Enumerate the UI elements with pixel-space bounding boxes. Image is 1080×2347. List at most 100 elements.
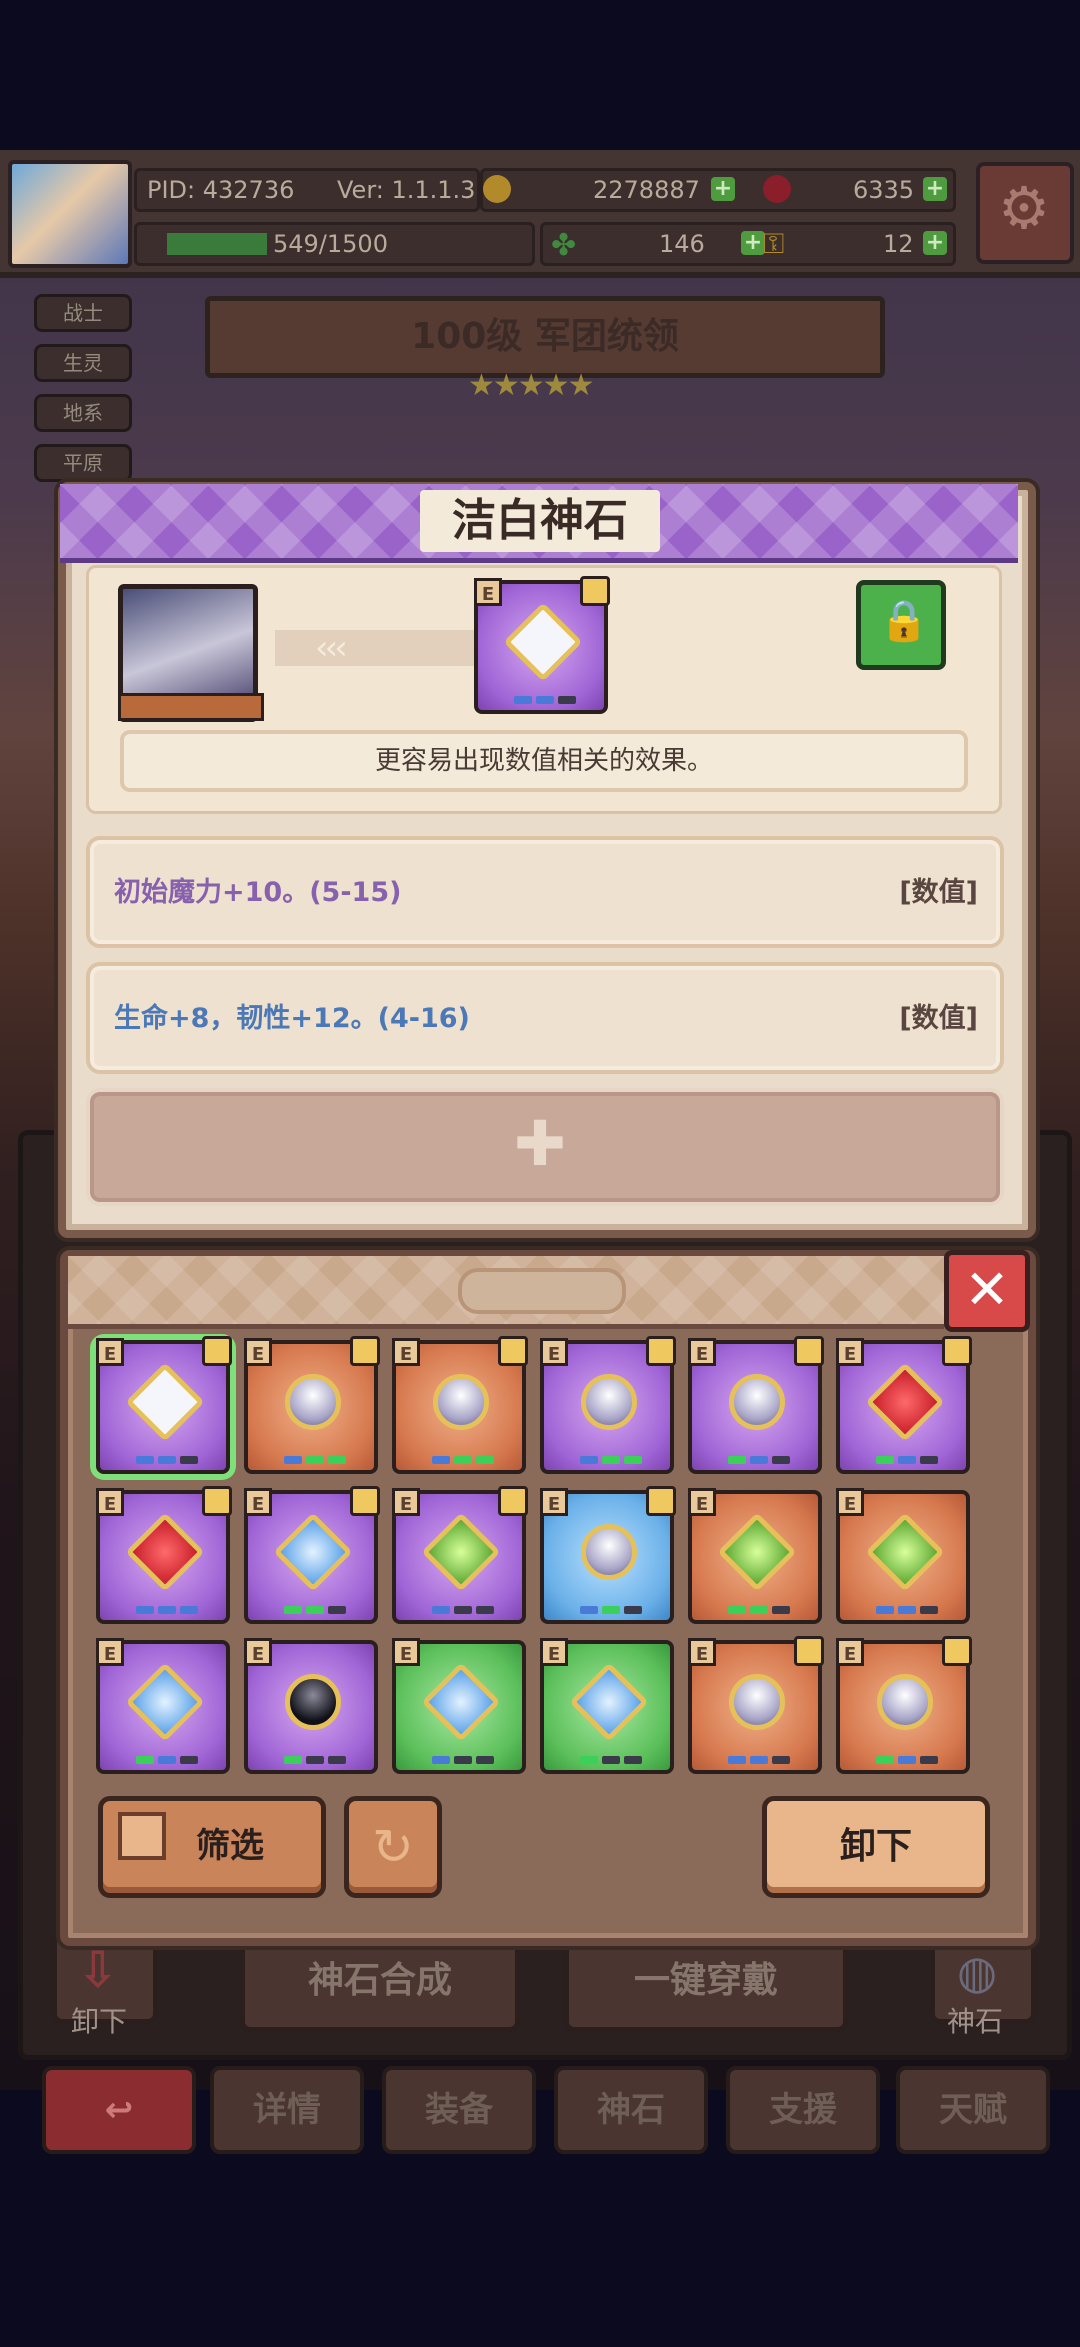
resource-pill: ✤ 146 + ⚿ 12 + xyxy=(540,222,956,266)
lock-icon xyxy=(350,1486,380,1516)
lock-icon xyxy=(942,1636,972,1666)
equipped-badge: E xyxy=(96,1338,124,1366)
hero-stars: ★★★★★ xyxy=(468,368,594,403)
red-gem-icon xyxy=(865,1362,945,1442)
pearl-gem-icon xyxy=(273,1362,353,1442)
quality-dots xyxy=(728,1606,790,1616)
modal-title: 洁白神石 xyxy=(420,490,660,552)
pid-label: PID: 432736 xyxy=(147,176,295,204)
stone-slot[interactable]: E xyxy=(836,1336,972,1474)
lock-icon xyxy=(794,1336,824,1366)
unequip-button[interactable]: 卸下 xyxy=(762,1796,990,1898)
pearl-gem-icon xyxy=(569,1362,649,1442)
stone-slot[interactable]: E xyxy=(244,1336,380,1474)
red-gem-icon xyxy=(763,175,791,203)
quality-dots xyxy=(580,1456,642,1466)
tab-equipment[interactable]: 装备 xyxy=(382,2066,536,2154)
equipped-badge: E xyxy=(836,1338,864,1366)
equipped-badge: E xyxy=(96,1638,124,1666)
quality-dots xyxy=(284,1756,346,1766)
equipped-badge: E xyxy=(540,1488,568,1516)
attribute-tag: [数值] xyxy=(899,1003,978,1034)
stone-side-label: 神石 xyxy=(946,2005,1003,2038)
stone-grid: E E E E E E E E E E E E E E E E E E xyxy=(96,1336,986,1790)
stone-slot[interactable]: E xyxy=(688,1636,824,1774)
gem-amount: 6335 xyxy=(853,176,915,204)
id-version-pill: PID: 432736 Ver: 1.1.1.3 xyxy=(134,168,480,212)
lock-icon xyxy=(202,1486,232,1516)
attribute-row: 初始魔力+10。(5-15) [数值] xyxy=(86,836,1004,948)
lock-icon xyxy=(202,1336,232,1366)
equipped-badge: E xyxy=(688,1338,716,1366)
equipped-badge: E xyxy=(688,1488,716,1516)
selected-stone-preview: E xyxy=(474,576,610,714)
tag-race: 生灵 xyxy=(34,344,132,382)
stone-slot[interactable]: E xyxy=(540,1486,676,1624)
gold-amount: 2278887 xyxy=(593,176,700,204)
stone-slot[interactable]: E xyxy=(96,1336,232,1474)
key-amount: 12 xyxy=(883,230,914,258)
close-button[interactable]: ✕ xyxy=(944,1250,1030,1332)
equipped-badge: E xyxy=(244,1338,272,1366)
inventory-header-slot xyxy=(458,1268,626,1314)
lock-icon xyxy=(350,1336,380,1366)
sapph-gem-icon xyxy=(421,1662,501,1742)
sapph-gem-icon xyxy=(273,1512,353,1592)
lock-icon xyxy=(646,1486,676,1516)
stone-slot[interactable]: E xyxy=(688,1336,824,1474)
pearl-gem-icon xyxy=(421,1362,501,1442)
down-arrow-icon: ⇩ xyxy=(77,1941,119,1999)
clover-plus-icon[interactable]: + xyxy=(741,231,765,255)
tag-element: 地系 xyxy=(34,394,132,432)
stone-slot[interactable]: E xyxy=(836,1636,972,1774)
lock-toggle-button[interactable]: 🔒 xyxy=(856,580,946,670)
sapph-gem-icon xyxy=(569,1662,649,1742)
quality-dots xyxy=(514,696,576,706)
stone-slot[interactable]: E xyxy=(244,1486,380,1624)
settings-button[interactable]: ⚙ xyxy=(976,162,1074,264)
refresh-button[interactable]: ↻ xyxy=(344,1796,442,1898)
quality-dots xyxy=(728,1756,790,1766)
stone-slot[interactable]: E xyxy=(836,1488,970,1624)
equipped-badge: E xyxy=(474,578,502,606)
equipped-badge: E xyxy=(540,1338,568,1366)
lock-icon xyxy=(498,1486,528,1516)
key-plus-icon[interactable]: + xyxy=(923,231,947,255)
tab-talent[interactable]: 天赋 xyxy=(896,2066,1050,2154)
stone-slot[interactable]: E xyxy=(96,1486,232,1624)
stone-slot[interactable]: E xyxy=(540,1336,676,1474)
gold-plus-icon[interactable]: + xyxy=(711,177,735,201)
equipped-badge: E xyxy=(244,1638,272,1666)
tab-support[interactable]: 支援 xyxy=(726,2066,880,2154)
stone-icon: ◍ xyxy=(957,1945,998,1999)
tab-stones[interactable]: 神石 xyxy=(554,2066,708,2154)
quality-dots xyxy=(284,1456,346,1466)
attribute-row: 生命+8，韧性+12。(4-16) [数值] xyxy=(86,962,1004,1074)
quality-dots xyxy=(136,1606,198,1616)
stone-slot[interactable]: E xyxy=(96,1638,230,1774)
stone-slot[interactable]: E xyxy=(392,1486,528,1624)
player-avatar[interactable] xyxy=(8,160,132,268)
tab-details[interactable]: 详情 xyxy=(210,2066,364,2154)
stone-slot[interactable]: E xyxy=(540,1638,674,1774)
stone-slot[interactable]: E xyxy=(392,1336,528,1474)
xp-text: 549/1500 xyxy=(273,230,388,258)
stone-slot[interactable]: E xyxy=(688,1488,822,1624)
version-label: Ver: 1.1.1.3 xyxy=(337,176,476,204)
quality-dots xyxy=(580,1756,642,1766)
quality-dots xyxy=(876,1456,938,1466)
stone-slot[interactable]: E xyxy=(244,1638,378,1774)
equipped-badge: E xyxy=(392,1338,420,1366)
equipped-badge: E xyxy=(540,1638,568,1666)
bottom-nav: ↩ 详情 装备 神石 支援 天赋 xyxy=(34,2066,1050,2154)
back-button[interactable]: ↩ xyxy=(42,2066,196,2154)
gem-plus-icon[interactable]: + xyxy=(923,177,947,201)
equipped-badge: E xyxy=(836,1638,864,1666)
stone-slot[interactable]: E xyxy=(392,1638,526,1774)
top-letterbox xyxy=(0,0,1080,150)
grid-filter-icon xyxy=(118,1812,166,1860)
clover-icon: ✤ xyxy=(551,228,577,263)
white-gem-icon xyxy=(503,602,583,682)
quality-dots xyxy=(728,1456,790,1466)
unequip-all-label: 卸下 xyxy=(70,2005,127,2038)
